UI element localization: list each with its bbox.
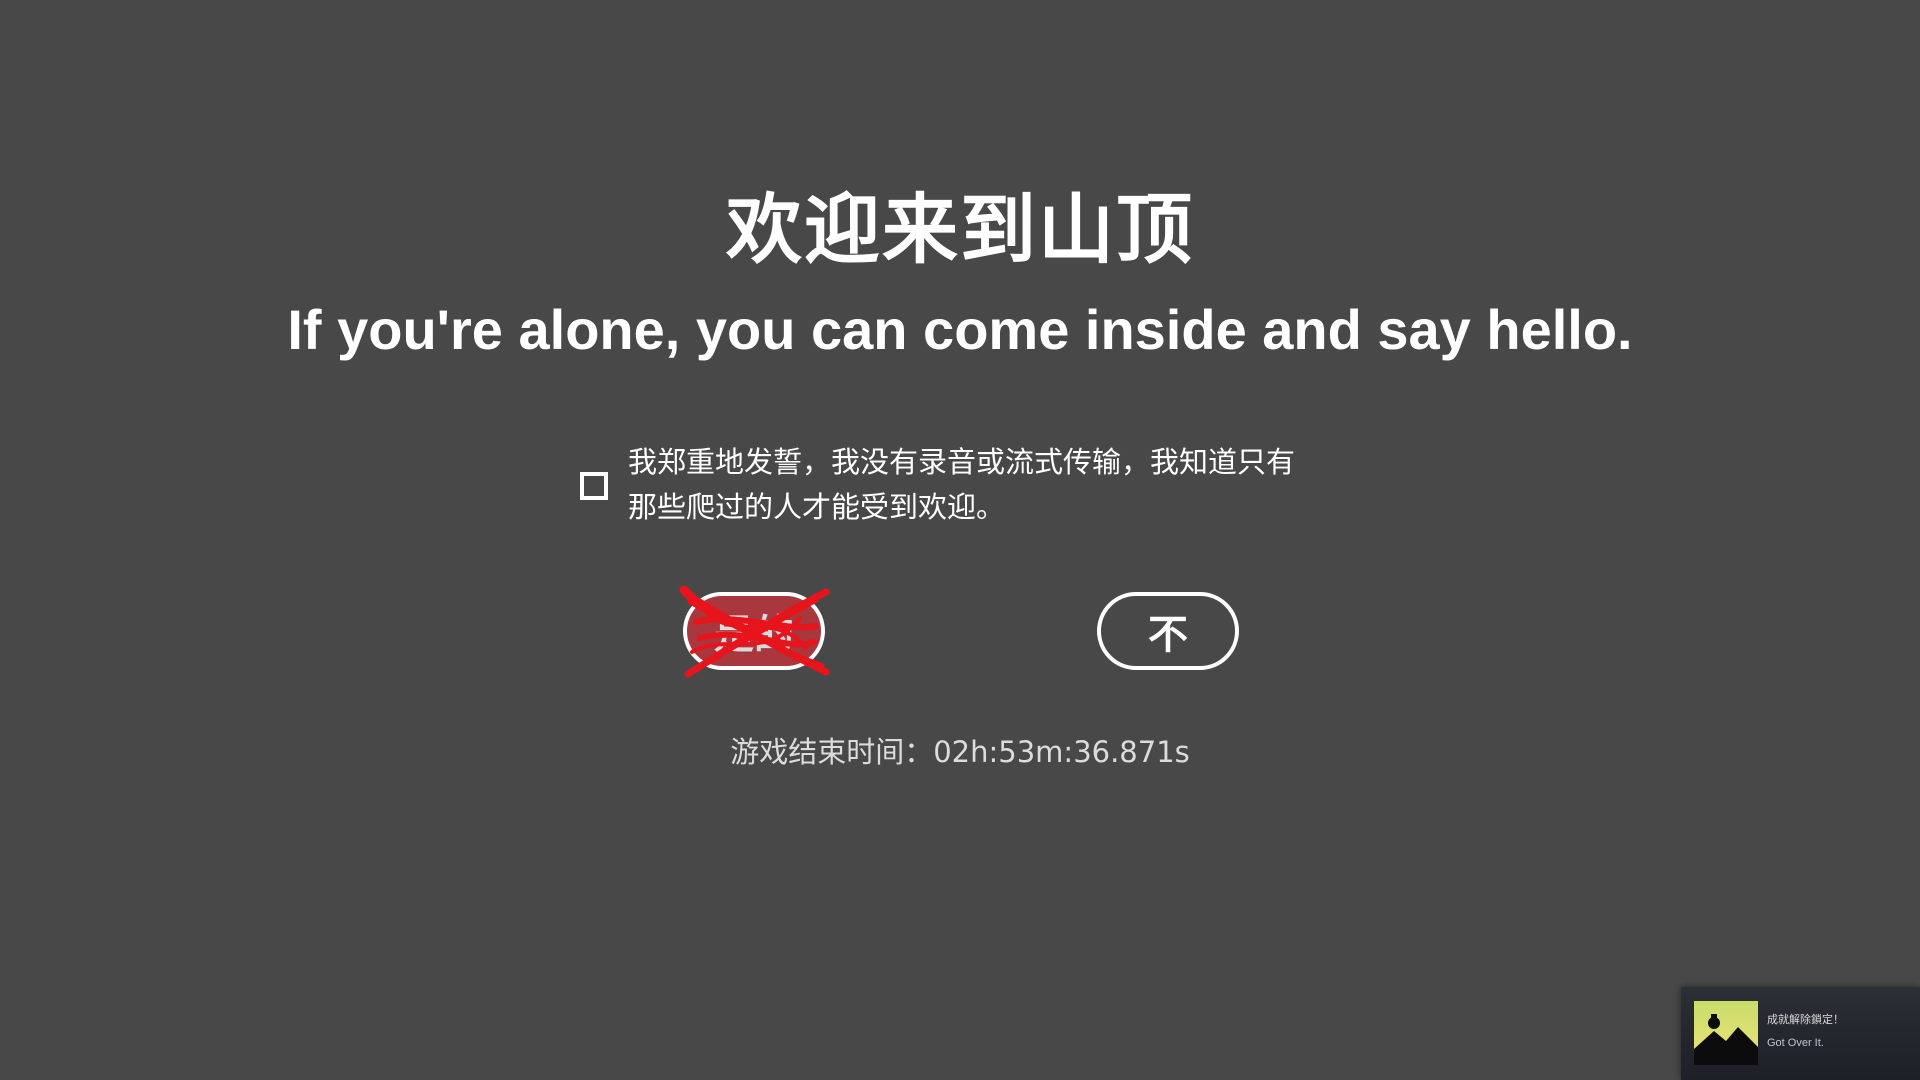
page-subtitle: If you're alone, you can come inside and…: [287, 298, 1633, 361]
no-button-label: 不: [1148, 612, 1188, 658]
oath-row: 我郑重地发誓，我没有录音或流式传输，我知道只有 那些爬过的人才能受到欢迎。: [578, 440, 1378, 540]
summit-screen: 欢迎来到山顶 If you're alone, you can come ins…: [0, 0, 1920, 1080]
no-button[interactable]: 不: [1097, 592, 1239, 670]
oath-text: 我郑重地发誓，我没有录音或流式传输，我知道只有 那些爬过的人才能受到欢迎。: [628, 440, 1368, 530]
oath-text-line-1: 我郑重地发誓，我没有录音或流式传输，我知道只有: [628, 445, 1296, 479]
game-time-text: 游戏结束时间：02h:53m:36.871s: [730, 735, 1190, 769]
oath-checkbox[interactable]: [580, 472, 608, 500]
achievement-game-name: Got Over It.: [1767, 1037, 1824, 1049]
achievement-title: 成就解除鎖定！: [1767, 1013, 1844, 1026]
achievement-mountain-icon: [1694, 1001, 1758, 1065]
page-title: 欢迎来到山顶: [726, 185, 1194, 274]
yes-button[interactable]: 是的: [683, 592, 825, 670]
yes-button-label: 是的: [714, 612, 794, 658]
achievement-toast[interactable]: 成就解除鎖定！ Got Over It.: [1681, 987, 1920, 1080]
oath-text-line-2: 那些爬过的人才能受到欢迎。: [628, 490, 1006, 524]
